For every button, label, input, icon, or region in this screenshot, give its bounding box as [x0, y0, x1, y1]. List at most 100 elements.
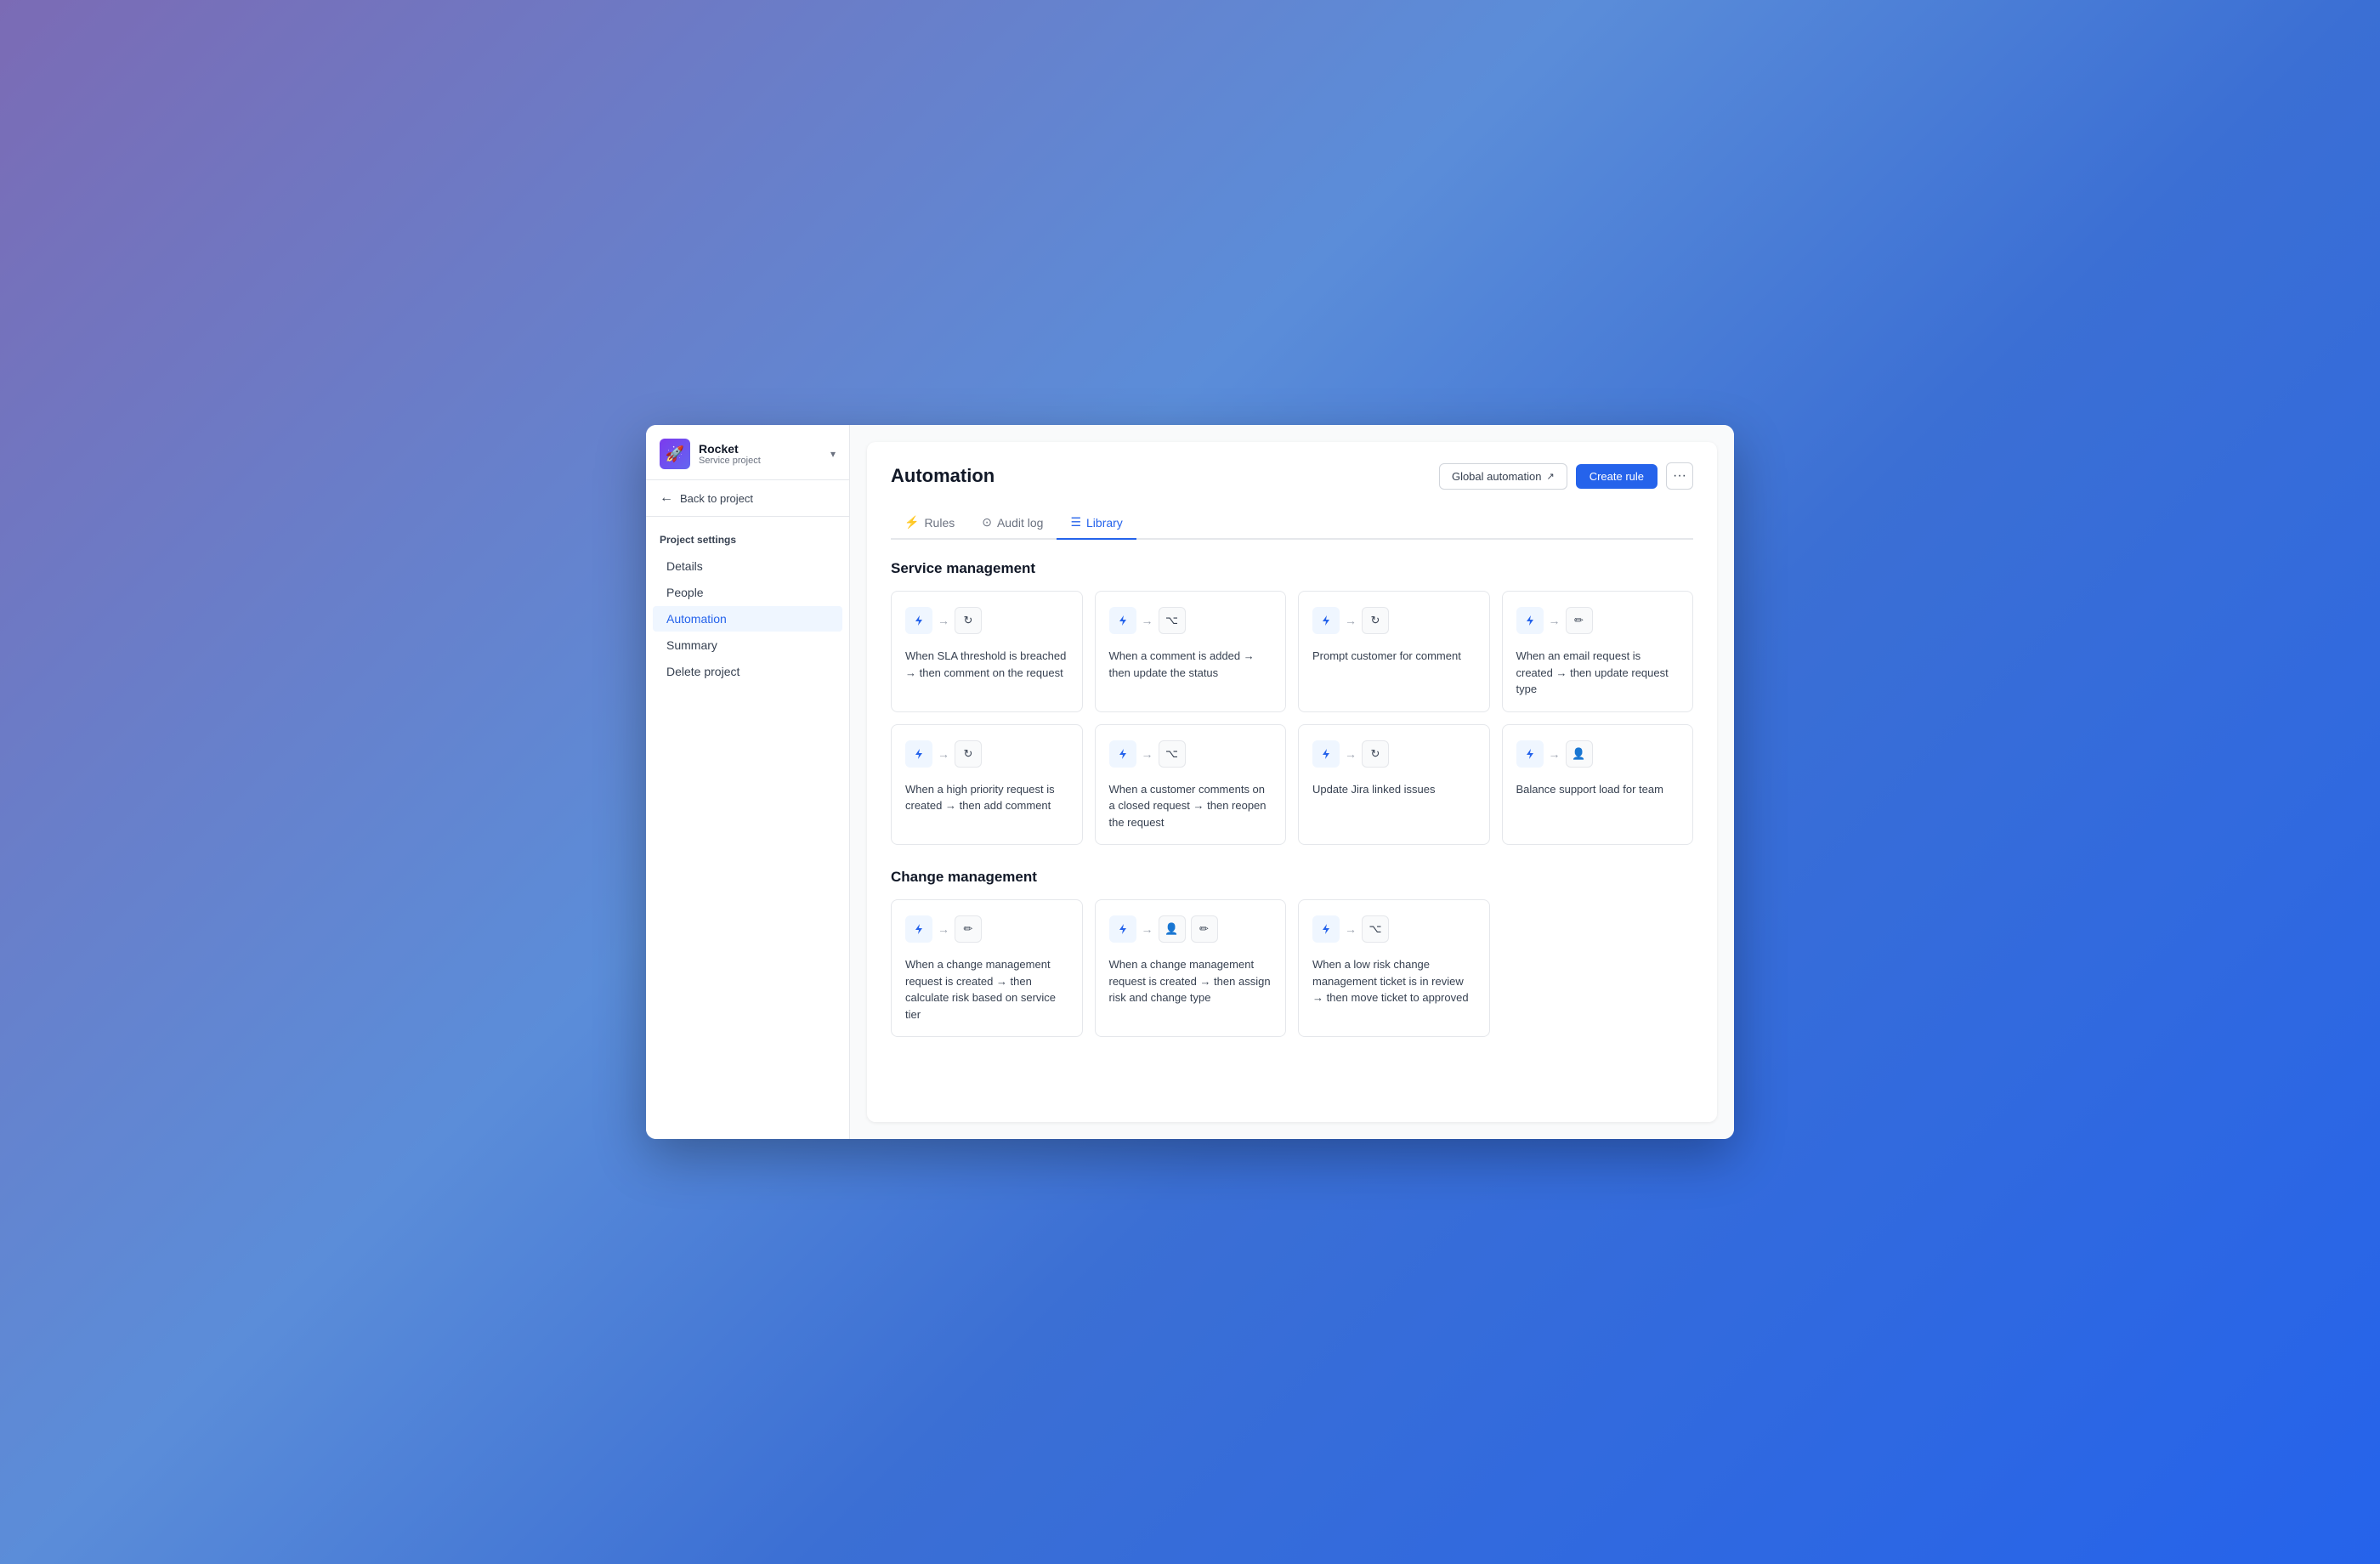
sidebar-item-delete-project[interactable]: Delete project — [653, 659, 842, 684]
bolt-icon — [1117, 615, 1129, 626]
trigger-icon-box — [1312, 915, 1340, 943]
card-icons: → 👤 ✏ — [1109, 915, 1272, 943]
refresh-icon: ↻ — [1371, 614, 1380, 627]
sidebar-item-details[interactable]: Details — [653, 553, 842, 579]
arrow-icon: → — [1142, 747, 1153, 761]
branch-icon: ⌥ — [1165, 747, 1178, 761]
sidebar-item-automation[interactable]: Automation — [653, 606, 842, 632]
action-icon-box: ⌥ — [1362, 915, 1389, 943]
trigger-icon-box — [1109, 740, 1136, 768]
rule-card-change-risk[interactable]: → ✏ When a change management request is … — [891, 899, 1083, 1037]
back-to-project-link[interactable]: ← Back to project — [646, 480, 849, 517]
card-icons: → ↻ — [1312, 740, 1476, 768]
tab-rules-label: Rules — [924, 516, 955, 530]
refresh-icon: ↻ — [964, 614, 973, 627]
tab-rules[interactable]: ⚡ Rules — [891, 507, 968, 540]
bolt-icon — [1524, 748, 1536, 760]
tab-library[interactable]: ☰ Library — [1057, 507, 1136, 540]
service-management-grid: → ↻ When SLA threshold is breached → the… — [891, 591, 1693, 845]
rule-card-text: When SLA threshold is breached → then co… — [905, 648, 1068, 681]
rocket-icon: 🚀 — [666, 445, 684, 463]
change-management-title: Change management — [891, 869, 1693, 886]
action-icon-box-pencil: ✏ — [1191, 915, 1218, 943]
action-icon-box: ↻ — [1362, 607, 1389, 634]
rules-icon: ⚡ — [904, 515, 919, 530]
create-rule-button[interactable]: Create rule — [1576, 464, 1658, 489]
content-card: Automation Global automation ↗ Create ru… — [867, 442, 1717, 1122]
person-icon: 👤 — [1164, 922, 1178, 936]
action-icon-box: ↻ — [1362, 740, 1389, 768]
nav-section: Project settings Details People Automati… — [646, 517, 849, 699]
project-info[interactable]: 🚀 Rocket Service project ▾ — [660, 439, 836, 469]
tab-audit-log-label: Audit log — [997, 516, 1043, 530]
bolt-icon — [913, 748, 925, 760]
rule-card-customer-closed[interactable]: → ⌥ When a customer comments on a closed… — [1095, 724, 1287, 846]
branch-icon: ⌥ — [1369, 922, 1382, 936]
rule-card-text: Balance support load for team — [1516, 781, 1680, 798]
card-icons: → ⌥ — [1109, 740, 1272, 768]
tab-library-label: Library — [1086, 516, 1123, 530]
card-icons: → ✏ — [905, 915, 1068, 943]
global-automation-label: Global automation — [1452, 470, 1542, 483]
card-icons: → ↻ — [905, 740, 1068, 768]
action-icon-box: ↻ — [955, 740, 982, 768]
trigger-icon-box — [905, 607, 932, 634]
audit-log-icon: ⊙ — [982, 515, 992, 530]
rule-card-balance-support[interactable]: → 👤 Balance support load for team — [1502, 724, 1694, 846]
action-icon-box: 👤 — [1566, 740, 1593, 768]
rule-card-high-priority[interactable]: → ↻ When a high priority request is crea… — [891, 724, 1083, 846]
action-icon-box-person: 👤 — [1159, 915, 1186, 943]
rule-card-text: When a comment is added → then update th… — [1109, 648, 1272, 681]
trigger-icon-box — [1516, 607, 1544, 634]
chevron-down-icon: ▾ — [830, 448, 836, 460]
rule-card-text: When a customer comments on a closed req… — [1109, 781, 1272, 831]
action-icon-box: ✏ — [955, 915, 982, 943]
global-automation-button[interactable]: Global automation ↗ — [1439, 463, 1567, 490]
trigger-icon-box — [1109, 607, 1136, 634]
page-title: Automation — [891, 465, 994, 487]
trigger-icon-box — [905, 915, 932, 943]
bolt-icon — [1117, 923, 1129, 935]
rule-card-jira-linked[interactable]: → ↻ Update Jira linked issues — [1298, 724, 1490, 846]
action-icon-box: ⌥ — [1159, 607, 1186, 634]
action-icon-box: ✏ — [1566, 607, 1593, 634]
refresh-icon: ↻ — [1371, 747, 1380, 761]
rule-card-prompt-customer[interactable]: → ↻ Prompt customer for comment — [1298, 591, 1490, 712]
arrow-icon: → — [938, 747, 949, 761]
service-management-section: Service management → ↻ — [891, 560, 1693, 845]
sidebar: 🚀 Rocket Service project ▾ ← Back to pro… — [646, 425, 850, 1139]
card-icons: → ↻ — [1312, 607, 1476, 634]
tabs: ⚡ Rules ⊙ Audit log ☰ Library — [891, 507, 1693, 540]
card-icons: → ⌥ — [1312, 915, 1476, 943]
bolt-icon — [1320, 748, 1332, 760]
more-options-button[interactable]: ··· — [1666, 462, 1693, 490]
sidebar-header: 🚀 Rocket Service project ▾ — [646, 425, 849, 480]
card-icons: → 👤 — [1516, 740, 1680, 768]
arrow-icon: → — [1142, 614, 1153, 627]
rule-card-text: When a low risk change management ticket… — [1312, 956, 1476, 1006]
trigger-icon-box — [1312, 740, 1340, 768]
rule-card-comment-added[interactable]: → ⌥ When a comment is added → then updat… — [1095, 591, 1287, 712]
trigger-icon-box — [1109, 915, 1136, 943]
sidebar-item-people[interactable]: People — [653, 580, 842, 605]
page-header: Automation Global automation ↗ Create ru… — [891, 462, 1693, 490]
rule-card-low-risk-review[interactable]: → ⌥ When a low risk change management ti… — [1298, 899, 1490, 1037]
main-content: Automation Global automation ↗ Create ru… — [850, 425, 1734, 1139]
card-icons: → ↻ — [905, 607, 1068, 634]
trigger-icon-box — [1516, 740, 1544, 768]
rule-card-email-request[interactable]: → ✏ When an email request is created → t… — [1502, 591, 1694, 712]
bolt-icon — [1320, 923, 1332, 935]
rule-card-change-assign[interactable]: → 👤 ✏ When a change management request i… — [1095, 899, 1287, 1037]
library-icon: ☰ — [1070, 515, 1081, 530]
sidebar-item-summary[interactable]: Summary — [653, 632, 842, 658]
bolt-icon — [1117, 748, 1129, 760]
project-name: Rocket — [699, 442, 822, 456]
rule-card-sla-threshold[interactable]: → ↻ When SLA threshold is breached → the… — [891, 591, 1083, 712]
card-icons: → ⌥ — [1109, 607, 1272, 634]
tab-audit-log[interactable]: ⊙ Audit log — [968, 507, 1057, 540]
back-arrow-icon: ← — [660, 490, 673, 506]
pencil-icon: ✏ — [1574, 614, 1584, 627]
external-link-icon: ↗ — [1546, 471, 1554, 482]
arrow-icon: → — [1345, 747, 1357, 761]
person-icon: 👤 — [1572, 747, 1585, 761]
